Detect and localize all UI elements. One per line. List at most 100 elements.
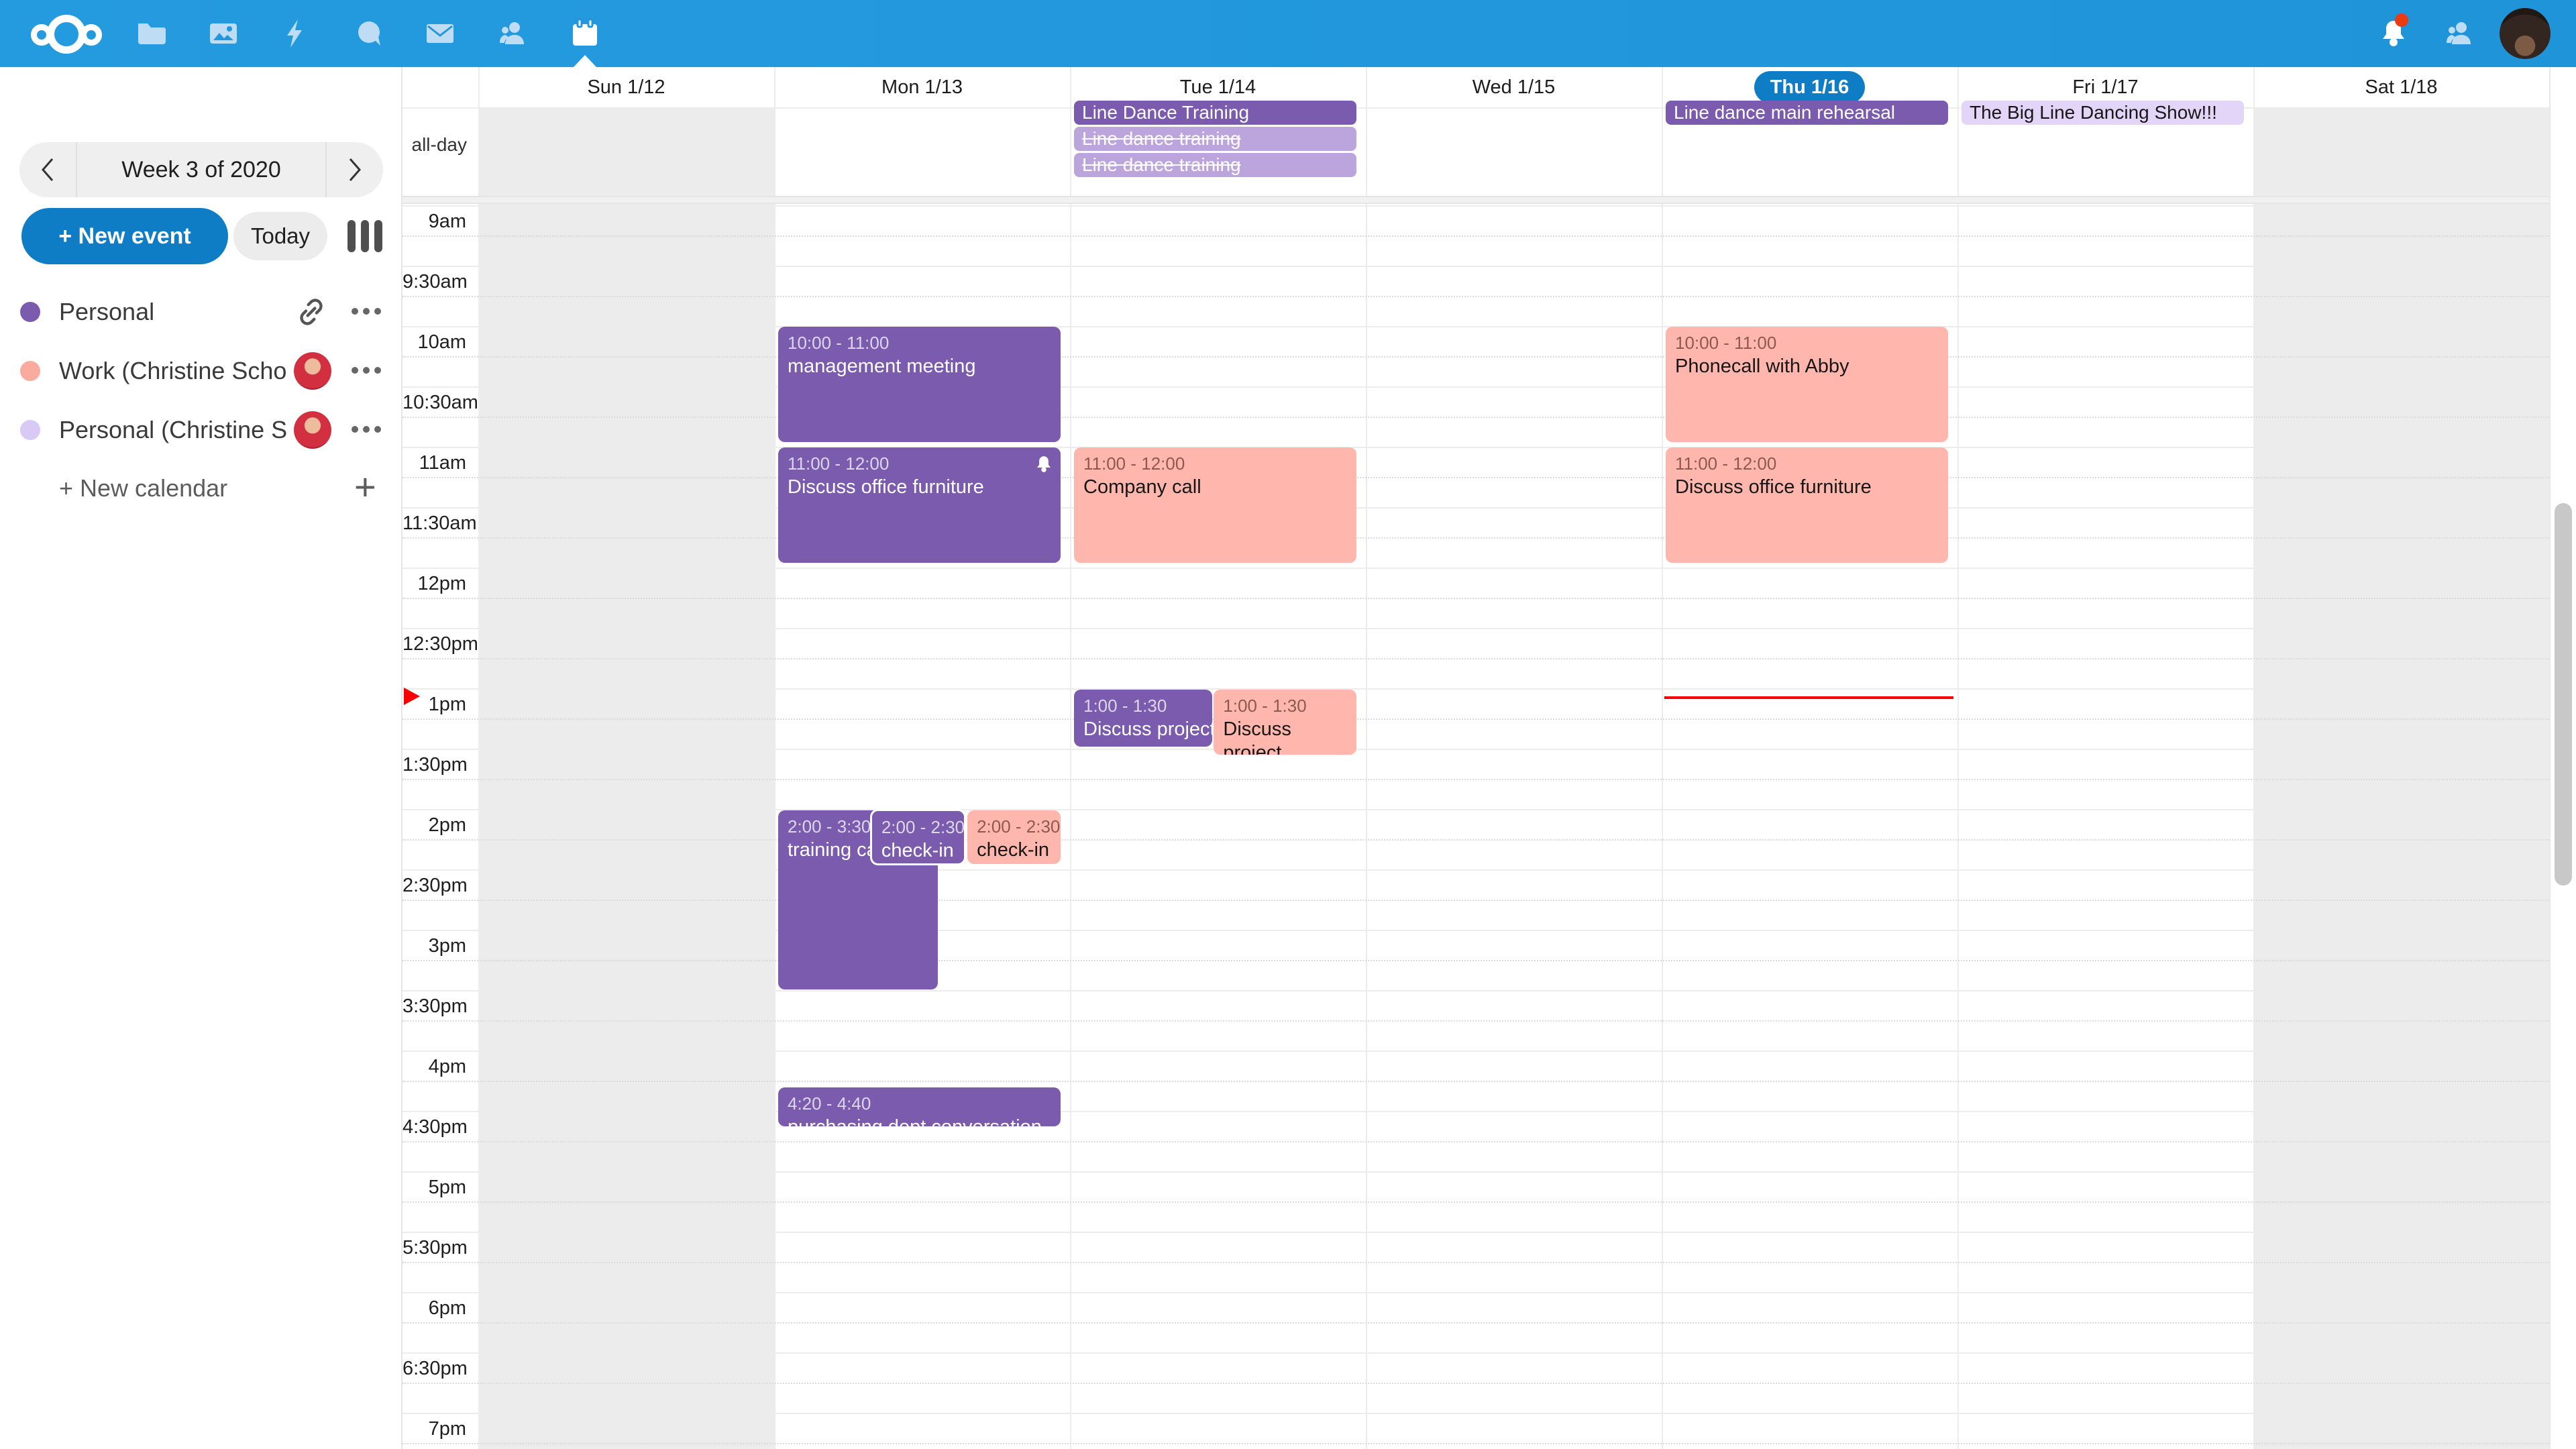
sidebar-calendar-item[interactable]: Personal (Christine Scho... [0, 400, 402, 460]
activity-icon[interactable] [280, 17, 312, 50]
mail-icon[interactable] [424, 17, 456, 50]
calendar-name: Personal (Christine Scho... [59, 400, 287, 460]
half-hour-line [402, 1171, 2549, 1173]
link-icon[interactable] [294, 294, 329, 329]
quarter-hour-line [402, 718, 2549, 720]
allday-event[interactable]: Line dance main rehearsal [1666, 101, 1948, 125]
plus-icon: + [354, 462, 376, 515]
time-label: 2:30pm [402, 875, 466, 897]
nextcloud-logo[interactable] [31, 15, 111, 52]
allday-event[interactable]: Line dance training [1074, 153, 1356, 177]
event-time: 1:00 - 1:30 [1083, 695, 1203, 718]
allday-event[interactable]: Line Dance Training [1074, 101, 1356, 125]
new-event-button[interactable]: + New event [21, 208, 228, 264]
half-hour-line [402, 386, 2549, 388]
half-hour-line [402, 266, 2549, 267]
half-hour-line [402, 1352, 2549, 1354]
calendar-event[interactable]: 10:00 - 11:00Phonecall with Abby [1666, 327, 1948, 442]
time-label: 3pm [402, 935, 466, 957]
time-label: 6:30pm [402, 1358, 466, 1380]
event-time: 10:00 - 11:00 [788, 332, 1051, 355]
event-title: check-in [977, 839, 1051, 862]
column-divider [478, 67, 480, 1449]
scrollbar-thumb[interactable] [2555, 503, 2572, 885]
day-header-sun: Sun 1/12 [478, 67, 774, 107]
event-title: management meeting [788, 355, 1051, 378]
half-hour-line [402, 1232, 2549, 1233]
view-switcher-icon[interactable] [347, 220, 382, 252]
talk-icon[interactable] [354, 17, 386, 50]
time-label: 3:30pm [402, 996, 466, 1018]
top-navbar [0, 0, 2576, 67]
photos-icon[interactable] [207, 17, 239, 50]
quarter-hour-line [402, 1081, 2549, 1082]
calendar-event[interactable]: 4:20 - 4:40purchasing dept conversation [778, 1087, 1061, 1126]
calendar-event[interactable]: 2:00 - 2:30check-in [967, 810, 1061, 864]
half-hour-line [402, 447, 2549, 448]
calendar-event[interactable]: 11:00 - 12:00Discuss office furniture [778, 447, 1061, 563]
notification-badge [2395, 13, 2408, 27]
half-hour-line [402, 1111, 2549, 1112]
time-label: 2pm [402, 814, 466, 837]
time-label: 9am [402, 211, 466, 233]
half-hour-line [402, 1413, 2549, 1414]
new-calendar-label: + New calendar [59, 462, 227, 515]
account-avatar[interactable] [2500, 8, 2551, 59]
time-label: 1:30pm [402, 754, 466, 776]
allday-event[interactable]: Line dance training [1074, 127, 1356, 151]
column-divider [2253, 67, 2255, 1449]
week-title[interactable]: Week 3 of 2020 [77, 157, 325, 183]
next-week-button[interactable] [325, 142, 383, 197]
calendar-event[interactable]: 10:00 - 11:00management meeting [778, 327, 1061, 442]
event-title: Discuss project announcement [1223, 718, 1347, 755]
event-title: Discuss office furniture [788, 476, 1051, 499]
quarter-hour-line [402, 296, 2549, 297]
calendar-event[interactable]: 1:00 - 1:30Discuss project announcement [1214, 690, 1356, 755]
time-label: 6pm [402, 1297, 466, 1320]
event-title: Phonecall with Abby [1675, 355, 1939, 378]
weekend-shading-sat [2253, 107, 2549, 1449]
calendar-icon[interactable] [569, 17, 601, 50]
calendar-event[interactable]: 11:00 - 12:00Company call [1074, 447, 1356, 563]
quarter-hour-line [402, 356, 2549, 358]
column-divider [1366, 67, 1367, 1449]
event-time: 2:00 - 2:30 [977, 816, 1051, 839]
folder-icon[interactable] [135, 17, 167, 50]
event-title: Discuss project announcement [1083, 718, 1203, 741]
time-label: 7pm [402, 1418, 466, 1440]
half-hour-line [402, 1051, 2549, 1052]
calendar-actions-menu[interactable] [352, 426, 381, 433]
previous-week-button[interactable] [19, 142, 77, 197]
half-hour-line [402, 990, 2549, 991]
calendar-actions-menu[interactable] [352, 308, 381, 315]
time-label: 11am [402, 452, 466, 474]
contacts-icon[interactable] [496, 17, 529, 50]
sidebar-calendar-item[interactable]: Personal [0, 282, 402, 341]
quarter-hour-line [402, 1201, 2549, 1203]
today-button[interactable]: Today [233, 212, 327, 260]
half-hour-line [402, 1292, 2549, 1293]
shared-by-avatar [294, 352, 331, 390]
half-hour-line [402, 628, 2549, 629]
new-calendar-button[interactable]: + New calendar + [0, 462, 402, 515]
time-label: 12pm [402, 573, 466, 595]
active-app-pointer [574, 55, 596, 67]
event-time: 10:00 - 11:00 [1675, 332, 1939, 355]
half-hour-line [402, 688, 2549, 690]
calendar-event[interactable]: 2:00 - 2:30check-in [870, 809, 966, 865]
scrollbar-track [2549, 67, 2576, 1449]
calendar-actions-menu[interactable] [352, 367, 381, 374]
half-hour-line [402, 568, 2549, 569]
quarter-hour-line [402, 1443, 2549, 1444]
half-hour-line [402, 749, 2549, 750]
calendar-name: Personal [59, 282, 287, 341]
calendar-event[interactable]: 1:00 - 1:30Discuss project announcement [1074, 690, 1212, 747]
time-label: 5pm [402, 1177, 466, 1199]
people-icon[interactable] [2443, 17, 2475, 50]
calendar-event[interactable]: 11:00 - 12:00Discuss office furniture [1666, 447, 1948, 563]
bell-icon[interactable] [2377, 17, 2410, 50]
allday-event[interactable]: The Big Line Dancing Show!!! [1962, 101, 2244, 125]
sidebar-calendar-item[interactable]: Work (Christine Schott) [0, 341, 402, 400]
time-label: 11:30am [402, 513, 466, 535]
calendar-name: Work (Christine Schott) [59, 341, 287, 400]
